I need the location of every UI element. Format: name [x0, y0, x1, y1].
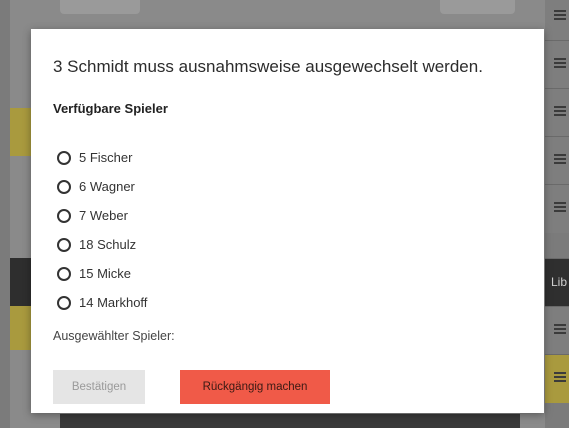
player-option-label[interactable]: 14 Markhoff — [79, 295, 147, 310]
background-highlight — [10, 108, 32, 156]
background-row — [545, 88, 569, 137]
background-row — [545, 354, 569, 403]
player-option[interactable]: 15 Micke — [57, 259, 147, 288]
menu-icon — [554, 10, 566, 20]
player-option-label[interactable]: 18 Schulz — [79, 237, 136, 252]
menu-icon — [554, 154, 566, 164]
background-row-text: Lib — [551, 275, 568, 289]
menu-icon — [554, 58, 566, 68]
radio-button-icon[interactable] — [57, 208, 71, 223]
player-option[interactable]: 5 Fischer — [57, 143, 147, 172]
player-option-label[interactable]: 6 Wagner — [79, 179, 135, 194]
confirm-button[interactable]: Bestätigen — [53, 370, 145, 404]
player-option-label[interactable]: 7 Weber — [79, 208, 128, 223]
radio-button-icon[interactable] — [57, 179, 71, 194]
radio-button-icon[interactable] — [57, 266, 71, 281]
background-row — [545, 40, 569, 89]
background-row — [545, 0, 569, 41]
background-bottom-bar — [60, 414, 520, 428]
menu-icon — [554, 202, 566, 212]
background-top-tab — [440, 0, 515, 14]
selected-player-label: Ausgewählter Spieler: — [53, 329, 175, 343]
background-top-tab — [60, 0, 140, 14]
background-row — [545, 136, 569, 185]
player-option-label[interactable]: 15 Micke — [79, 266, 131, 281]
player-option[interactable]: 14 Markhoff — [57, 288, 147, 317]
player-radio-group: 5 Fischer 6 Wagner 7 Weber 18 Schulz 15 … — [57, 143, 147, 317]
background-highlight — [10, 306, 32, 350]
background-row — [545, 184, 569, 233]
menu-icon — [554, 324, 566, 334]
undo-button[interactable]: Rückgängig machen — [180, 370, 330, 404]
dialog-message: 3 Schmidt muss ausnahmsweise ausgewechse… — [53, 57, 483, 76]
player-option-label[interactable]: 5 Fischer — [79, 150, 132, 165]
background-row-list: Lib — [545, 0, 569, 428]
player-option[interactable]: 7 Weber — [57, 201, 147, 230]
radio-button-icon[interactable] — [57, 237, 71, 252]
background-row: Lib — [545, 258, 569, 307]
radio-button-icon[interactable] — [57, 295, 71, 310]
substitution-dialog: 3 Schmidt muss ausnahmsweise ausgewechse… — [31, 29, 544, 413]
menu-icon — [554, 372, 566, 382]
available-players-heading: Verfügbare Spieler — [53, 101, 168, 116]
background-row — [545, 306, 569, 355]
player-option[interactable]: 18 Schulz — [57, 230, 147, 259]
menu-icon — [554, 106, 566, 116]
radio-button-icon[interactable] — [57, 150, 71, 165]
player-option[interactable]: 6 Wagner — [57, 172, 147, 201]
background-dark-row — [10, 258, 32, 306]
